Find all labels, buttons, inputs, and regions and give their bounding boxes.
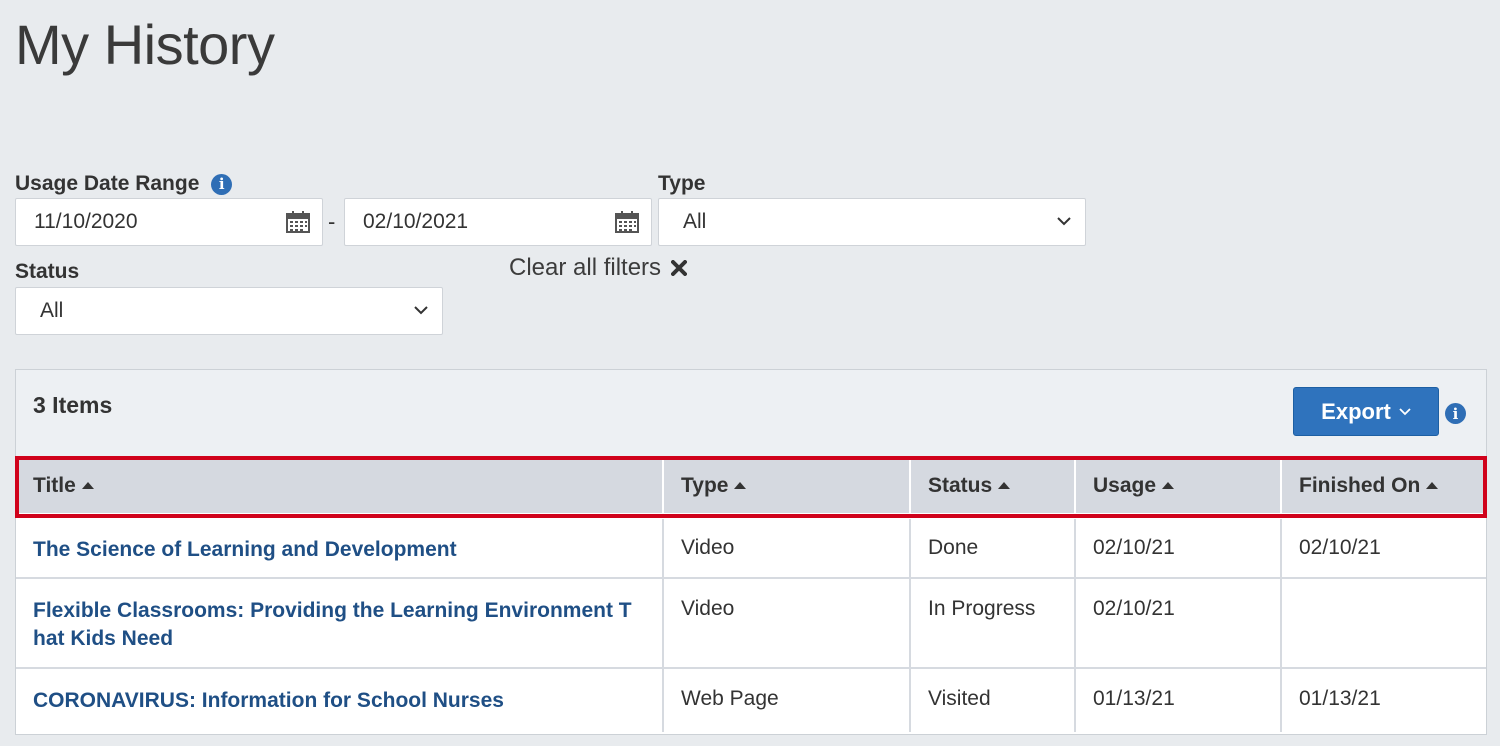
table-row: Flexible Classrooms: Providing the Learn… [16,577,1486,668]
row-finished-on: 01/13/21 [1281,667,1486,732]
row-type: Video [663,577,911,668]
info-icon[interactable]: i [211,173,233,195]
sort-ascending-icon [81,481,94,489]
column-header-title[interactable]: Title [16,458,664,516]
date-to-input[interactable]: 02/10/2021 [344,198,652,246]
row-type: Web Page [663,667,911,732]
sort-ascending-icon [998,481,1011,489]
clear-all-filters-link[interactable]: Clear all filters [509,254,688,282]
clear-all-filters-text: Clear all filters [509,254,662,281]
date-from-input[interactable]: 11/10/2020 [15,198,323,246]
table-row: CORONAVIRUS: Information for School Nurs… [16,667,1486,732]
page-title: My History [15,13,275,76]
usage-date-range-text: Usage Date Range [15,172,200,195]
row-status: In Progress [910,577,1076,668]
calendar-icon[interactable] [286,211,310,233]
chevron-down-icon [1399,407,1411,415]
status-label: Status [15,260,80,283]
results-panel: 3 Items Export i Title Type Status Usage… [15,369,1487,735]
column-header-type[interactable]: Type [663,458,911,516]
row-title-link[interactable]: CORONAVIRUS: Information for School Nurs… [33,689,504,712]
status-select-value: All [40,299,64,322]
sort-ascending-icon [1426,481,1439,489]
usage-date-range-label: Usage Date Range i [15,172,233,196]
sort-ascending-icon [734,481,747,489]
row-usage: 01/13/21 [1075,667,1282,732]
column-header-finished-on[interactable]: Finished On [1281,458,1486,516]
row-status: Done [910,513,1076,578]
row-finished-on: 02/10/21 [1281,513,1486,578]
table-header-row: Title Type Status Usage Finished On [16,458,1486,516]
export-button-label: Export [1321,398,1391,424]
date-from-value: 11/10/2020 [34,210,138,233]
type-label: Type [658,172,706,195]
results-header: 3 Items Export i [16,370,1486,458]
column-header-usage[interactable]: Usage [1075,458,1282,516]
status-select[interactable]: All [15,287,443,335]
info-icon[interactable]: i [1445,403,1466,424]
row-title-link[interactable]: Flexible Classrooms: Providing the Learn… [33,599,632,650]
row-usage: 02/10/21 [1075,577,1282,668]
row-usage: 02/10/21 [1075,513,1282,578]
row-status: Visited [910,667,1076,732]
calendar-icon[interactable] [615,211,639,233]
date-separator: - [328,209,336,234]
row-title-link[interactable]: The Science of Learning and Development [33,538,457,561]
type-select-value: All [683,210,707,233]
history-table: Title Type Status Usage Finished On The … [16,458,1486,732]
type-select[interactable]: All [658,198,1086,246]
column-header-status[interactable]: Status [910,458,1076,516]
sort-ascending-icon [1162,481,1175,489]
row-finished-on [1281,577,1486,668]
row-type: Video [663,513,911,578]
item-count: 3 Items [33,392,113,418]
close-icon [671,260,688,276]
export-button[interactable]: Export [1293,387,1439,436]
chevron-down-icon [414,306,428,315]
chevron-down-icon [1057,217,1071,226]
date-to-value: 02/10/2021 [363,210,469,233]
table-row: The Science of Learning and Development … [16,513,1486,578]
